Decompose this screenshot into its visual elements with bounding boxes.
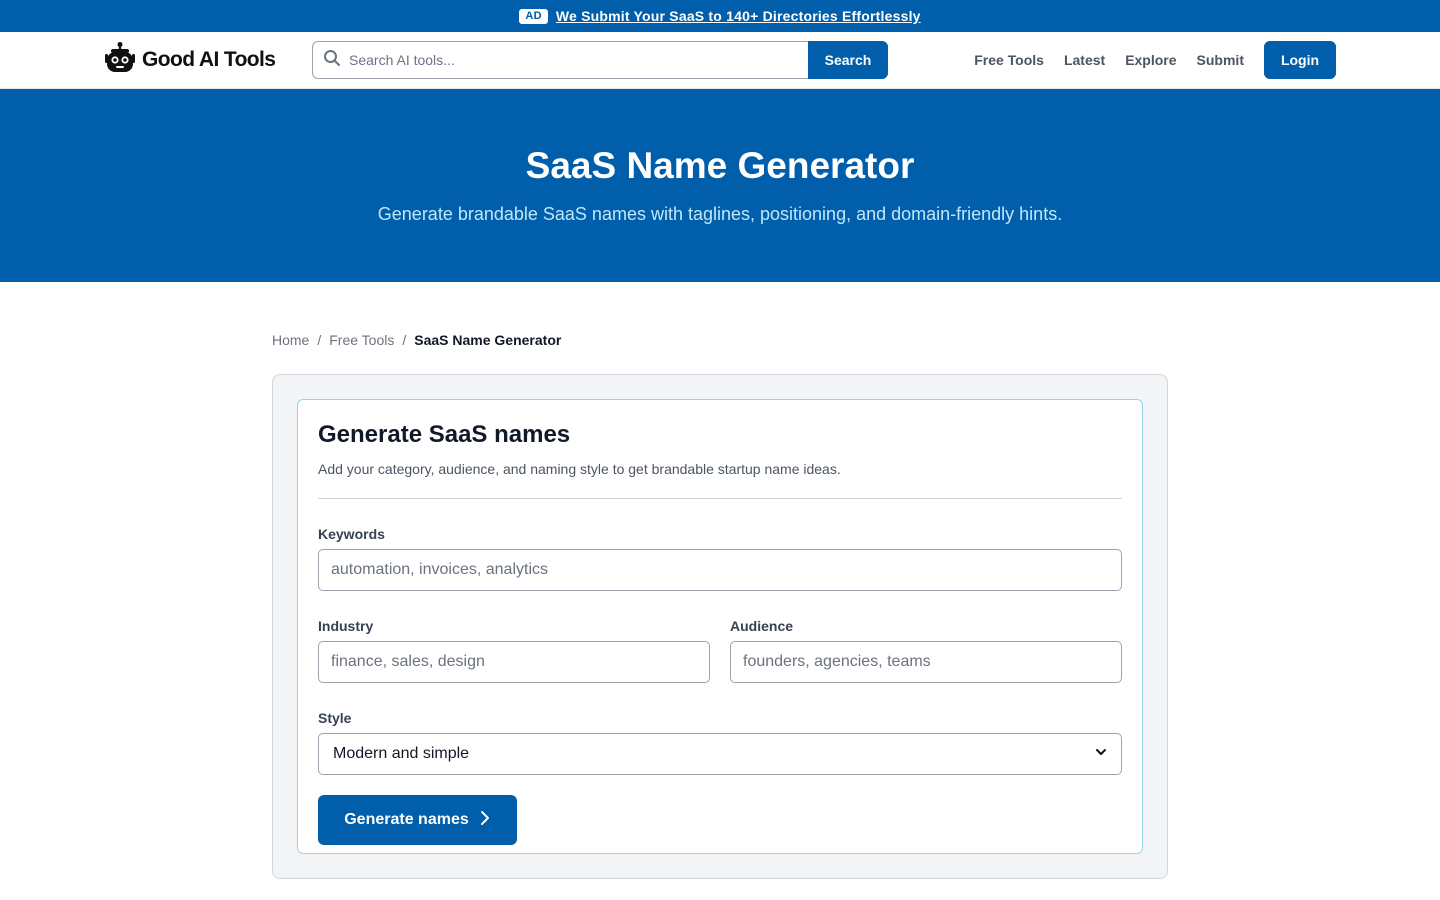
industry-audience-row: Industry Audience	[318, 617, 1122, 683]
generate-names-button[interactable]: Generate names	[318, 795, 517, 845]
page-subtitle: Generate brandable SaaS names with tagli…	[377, 204, 1063, 224]
breadcrumb-home[interactable]: Home	[272, 332, 309, 348]
industry-group: Industry	[318, 617, 710, 683]
breadcrumb-separator: /	[317, 332, 322, 348]
search-icon	[323, 49, 341, 72]
logo[interactable]: Good AI Tools	[104, 41, 312, 80]
style-label: Style	[318, 710, 352, 726]
style-selected-value: Modern and simple	[333, 745, 470, 762]
form-title: Generate SaaS names	[318, 421, 571, 448]
divider	[318, 498, 1122, 499]
industry-input[interactable]	[318, 641, 710, 683]
ad-badge: AD	[519, 8, 548, 24]
hero-banner: SaaS Name Generator Generate brandable S…	[0, 89, 1440, 282]
chevron-right-icon	[479, 810, 491, 831]
nav-explore[interactable]: Explore	[1125, 52, 1176, 68]
breadcrumb: Home / Free Tools / SaaS Name Generator	[272, 332, 561, 348]
main-nav: Free Tools Latest Explore Submit Login	[974, 41, 1336, 79]
style-group: Style Modern and simple	[318, 709, 1122, 775]
tool-panel: Generate SaaS names Add your category, a…	[272, 374, 1168, 879]
generate-button-label: Generate names	[344, 811, 469, 828]
generator-card: Generate SaaS names Add your category, a…	[297, 399, 1143, 854]
header-search: Search	[312, 41, 888, 79]
nav-submit[interactable]: Submit	[1197, 52, 1244, 68]
logo-text: Good AI Tools	[142, 48, 276, 71]
ad-bar: AD We Submit Your SaaS to 140+ Directori…	[0, 0, 1440, 32]
search-button[interactable]: Search	[808, 41, 888, 79]
audience-label: Audience	[730, 618, 794, 634]
nav-free-tools[interactable]: Free Tools	[974, 52, 1044, 68]
breadcrumb-separator: /	[402, 332, 407, 348]
chevron-down-icon	[1095, 745, 1107, 763]
keywords-input[interactable]	[318, 549, 1122, 591]
keywords-group: Keywords	[318, 525, 1122, 591]
ad-link[interactable]: We Submit Your SaaS to 140+ Directories …	[556, 8, 921, 24]
audience-input[interactable]	[730, 641, 1122, 683]
breadcrumb-free-tools[interactable]: Free Tools	[329, 332, 394, 348]
robot-icon	[104, 41, 136, 80]
audience-group: Audience	[730, 617, 1122, 683]
keywords-label: Keywords	[318, 526, 385, 542]
breadcrumb-current: SaaS Name Generator	[414, 332, 562, 348]
site-header: Good AI Tools Search Free Tools Latest E…	[0, 32, 1440, 89]
login-button[interactable]: Login	[1264, 41, 1336, 79]
nav-latest[interactable]: Latest	[1064, 52, 1105, 68]
search-box	[312, 41, 808, 79]
form-description: Add your category, audience, and naming …	[318, 461, 841, 477]
page-title: SaaS Name Generator	[525, 145, 915, 186]
search-input[interactable]	[349, 52, 808, 68]
industry-label: Industry	[318, 618, 374, 634]
style-select[interactable]: Modern and simple	[318, 733, 1122, 775]
